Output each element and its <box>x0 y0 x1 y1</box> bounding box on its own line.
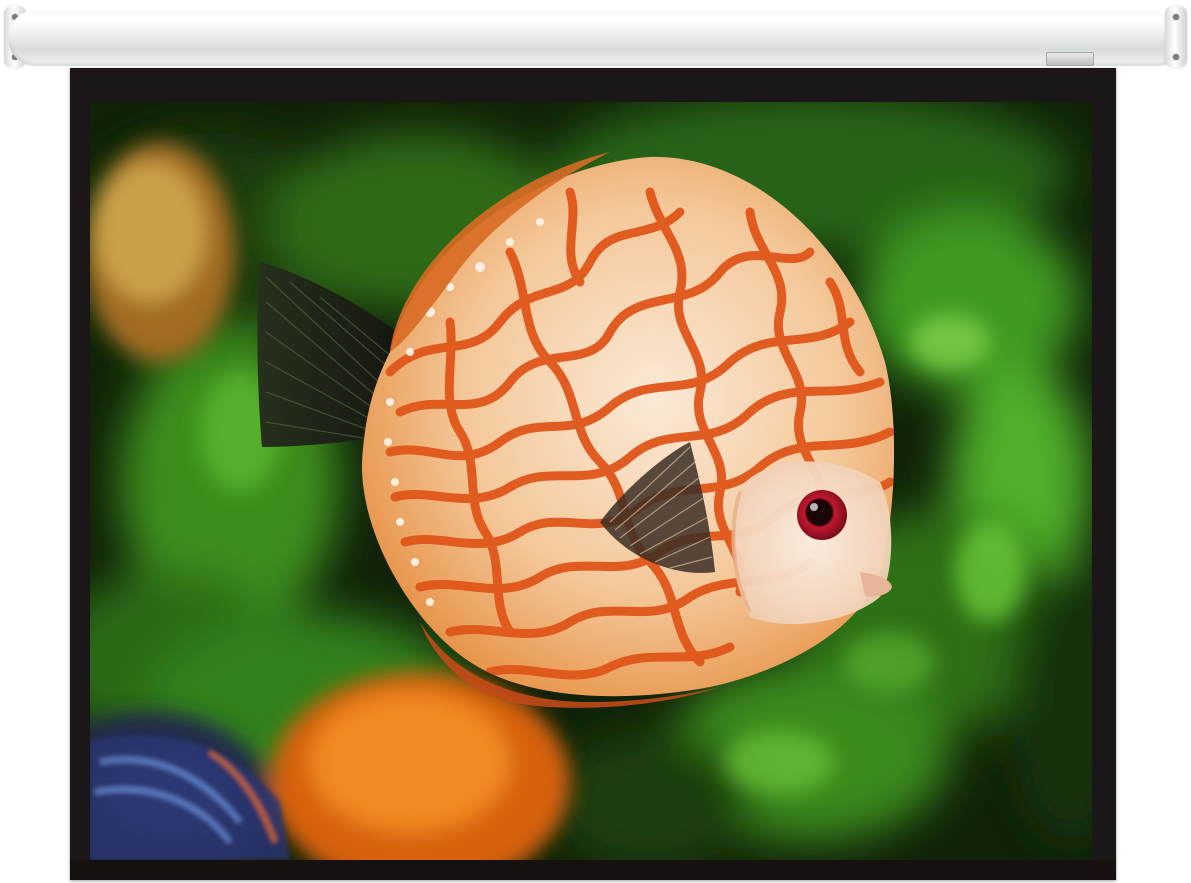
screw-icon <box>1173 54 1179 60</box>
projector-screen-scene <box>0 0 1191 883</box>
screw-icon <box>1173 14 1179 20</box>
fish-photo <box>90 102 1092 860</box>
motor-plate <box>1046 52 1094 66</box>
bottom-weight-bar <box>70 860 1116 880</box>
roller-housing <box>8 10 1185 66</box>
projected-image <box>90 102 1092 860</box>
right-end-cap <box>1165 6 1187 68</box>
